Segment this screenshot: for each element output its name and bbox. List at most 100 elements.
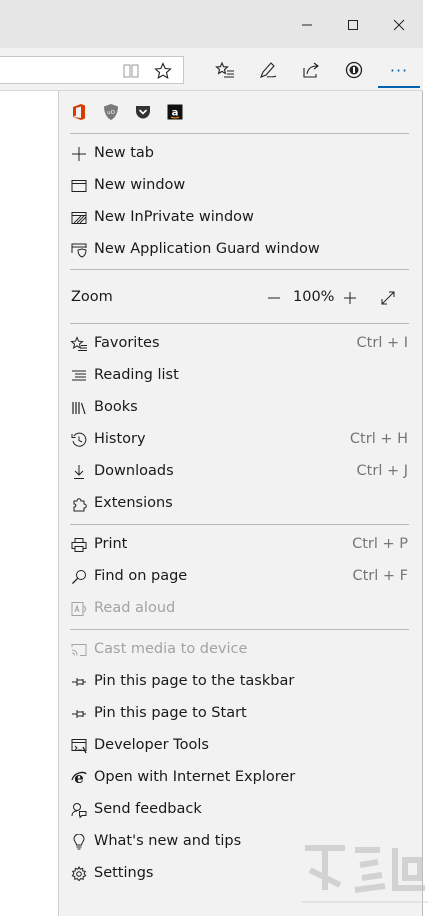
feedback-icon: [70, 801, 88, 819]
full-screen-icon: [381, 291, 395, 305]
history-item[interactable]: History Ctrl + H: [59, 424, 422, 456]
books-item[interactable]: Books: [59, 392, 422, 424]
favorites-label: Favorites: [94, 335, 160, 351]
close-icon: [393, 19, 405, 31]
search-icon: [70, 568, 88, 586]
history-icon: [70, 431, 88, 449]
plus-icon: [344, 292, 356, 304]
reading-list-label: Reading list: [94, 367, 179, 383]
pin-to-start-item[interactable]: Pin this page to Start: [59, 698, 422, 730]
minus-icon: [268, 297, 280, 299]
zoom-in-button[interactable]: [339, 287, 361, 309]
ublock-icon[interactable]: uO: [102, 103, 120, 121]
find-on-page-shortcut: Ctrl + F: [352, 568, 408, 584]
new-tab-item[interactable]: New tab: [59, 138, 422, 170]
pin-to-taskbar-label: Pin this page to the taskbar: [94, 673, 295, 689]
title-bar: [0, 0, 423, 48]
cast-media-item[interactable]: Cast media to device: [59, 634, 422, 666]
cast-icon: [70, 641, 88, 659]
zoom-value: 100%: [293, 289, 335, 305]
open-with-internet-explorer-item[interactable]: e Open with Internet Explorer: [59, 762, 422, 794]
zoom-out-button[interactable]: [263, 287, 285, 309]
watermark-logo: [300, 840, 430, 910]
read-aloud-icon: [70, 600, 88, 618]
reading-list-item[interactable]: Reading list: [59, 360, 422, 392]
downloads-item[interactable]: Downloads Ctrl + J: [59, 456, 422, 488]
reading-view-icon[interactable]: [120, 60, 142, 82]
extensions-item[interactable]: Extensions: [59, 488, 422, 520]
print-icon: [70, 536, 88, 554]
pin-icon: [70, 673, 88, 691]
menu-divider: [70, 323, 409, 324]
menu-divider: [70, 524, 409, 525]
developer-tools-label: Developer Tools: [94, 737, 209, 753]
new-window-item[interactable]: New window: [59, 170, 422, 202]
internet-explorer-icon: e: [70, 769, 88, 787]
favorites-icon: [70, 335, 88, 353]
books-label: Books: [94, 399, 138, 415]
maximize-icon: [348, 20, 358, 30]
print-label: Print: [94, 536, 128, 552]
open-with-internet-explorer-label: Open with Internet Explorer: [94, 769, 296, 785]
maximize-button[interactable]: [330, 10, 376, 40]
pin-to-taskbar-item[interactable]: Pin this page to the taskbar: [59, 666, 422, 698]
reading-list-icon: [70, 367, 88, 385]
share-icon[interactable]: [298, 57, 324, 83]
extensions-icon: [70, 495, 88, 513]
menu-divider: [70, 629, 409, 630]
pocket-icon[interactable]: [134, 103, 152, 121]
new-tab-label: New tab: [94, 145, 155, 161]
pin-to-start-label: Pin this page to Start: [94, 705, 247, 721]
pen-icon[interactable]: [255, 57, 281, 83]
extension-icons-row: uO a: [70, 103, 184, 123]
amazon-icon[interactable]: a: [166, 103, 184, 121]
favorites-hub-icon[interactable]: [212, 57, 238, 83]
find-on-page-item[interactable]: Find on page Ctrl + F: [59, 561, 422, 593]
more-button[interactable]: ···: [386, 57, 412, 83]
new-application-guard-window-item[interactable]: New Application Guard window: [59, 234, 422, 266]
close-button[interactable]: [376, 10, 422, 40]
lightbulb-icon: [70, 833, 88, 851]
browser-toolbar: ···: [0, 48, 423, 91]
favorite-star-icon[interactable]: [152, 60, 174, 82]
favorites-item[interactable]: Favorites Ctrl + I: [59, 328, 422, 360]
print-item[interactable]: Print Ctrl + P: [59, 529, 422, 561]
new-inprivate-window-item[interactable]: New InPrivate window: [59, 202, 422, 234]
gear-icon: [70, 865, 88, 883]
svg-text:a: a: [172, 108, 179, 119]
favorites-shortcut: Ctrl + I: [356, 335, 408, 351]
new-application-guard-window-label: New Application Guard window: [94, 241, 320, 257]
send-feedback-label: Send feedback: [94, 801, 202, 817]
history-shortcut: Ctrl + H: [349, 431, 408, 447]
app-guard-icon: [70, 241, 88, 259]
password-manager-icon[interactable]: [341, 57, 367, 83]
address-bar[interactable]: [0, 56, 184, 84]
cast-media-label: Cast media to device: [94, 641, 248, 657]
svg-text:uO: uO: [107, 110, 115, 116]
menu-divider: [70, 269, 409, 270]
downloads-shortcut: Ctrl + J: [356, 463, 408, 479]
find-on-page-label: Find on page: [94, 568, 188, 584]
developer-tools-item[interactable]: Developer Tools: [59, 730, 422, 762]
window-icon: [70, 177, 88, 195]
history-label: History: [94, 431, 146, 447]
minimize-button[interactable]: [284, 10, 330, 40]
menu-divider: [70, 133, 409, 134]
zoom-row: Zoom 100%: [59, 282, 422, 314]
settings-label: Settings: [94, 865, 154, 881]
settings-and-more-menu: uO a New tab New window New InPrivate wi…: [58, 91, 423, 916]
more-button-indicator: [378, 86, 420, 88]
inprivate-icon: [70, 209, 88, 227]
page-content[interactable]: [0, 91, 58, 916]
office-icon[interactable]: [70, 103, 88, 121]
read-aloud-item[interactable]: Read aloud: [59, 593, 422, 625]
read-aloud-label: Read aloud: [94, 600, 176, 616]
send-feedback-item[interactable]: Send feedback: [59, 794, 422, 826]
full-screen-button[interactable]: [377, 287, 399, 309]
new-window-label: New window: [94, 177, 186, 193]
plus-icon: [70, 145, 88, 163]
new-inprivate-window-label: New InPrivate window: [94, 209, 254, 225]
books-icon: [70, 399, 88, 417]
pin-icon: [70, 705, 88, 723]
downloads-label: Downloads: [94, 463, 174, 479]
